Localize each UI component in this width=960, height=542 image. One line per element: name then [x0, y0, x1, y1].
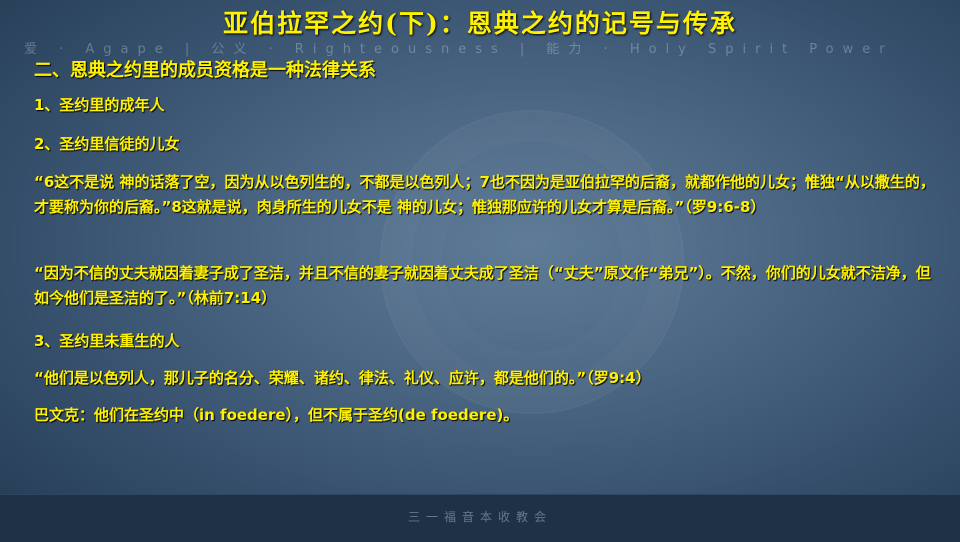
- quote-romans-9-6-8: “6这不是说 神的话落了空，因为从以色列生的，不都是以色列人；7也不因为是亚伯拉…: [34, 173, 935, 216]
- list-item-2: 2、圣约里信徒的儿女: [34, 135, 180, 153]
- quote-romans-9-4: “他们是以色列人，那儿子的名分、荣耀、诸约、律法、礼仪、应许，都是他们的。”（罗…: [34, 369, 651, 387]
- footer-text: 三一福音本收教会: [407, 510, 552, 524]
- watermark-banner: 爱 · Agape | 公义 · Righteousness | 能力 · Ho…: [24, 42, 894, 57]
- section-heading: 二、恩典之约里的成员资格是一种法律关系: [34, 60, 376, 81]
- slide-title: 亚伯拉罕之约(下)：恩典之约的记号与传承: [223, 9, 737, 38]
- quote-1-corinthians-7-14: “因为不信的丈夫就因着妻子成了圣洁，并且不信的妻子就因着丈夫成了圣洁（“丈夫”原…: [34, 264, 931, 307]
- list-item-1: 1、圣约里的成年人: [34, 96, 165, 114]
- bavinck-note: 巴文克：他们在圣约中（in foedere），但不属于圣约(de foedere…: [34, 406, 519, 424]
- list-item-3: 3、圣约里未重生的人: [34, 332, 180, 350]
